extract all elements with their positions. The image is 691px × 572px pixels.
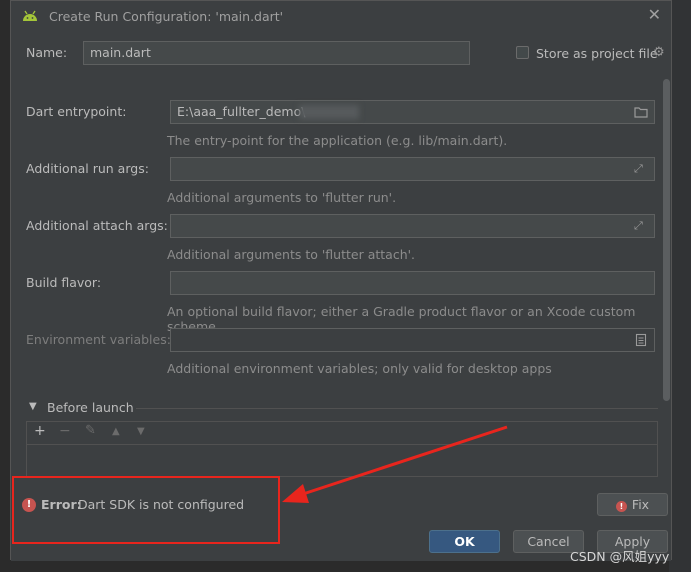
error-icon: ! xyxy=(615,501,627,512)
edit-icon[interactable]: ✎ xyxy=(85,423,96,438)
run-args-label: Additional run args: xyxy=(26,161,149,176)
watermark: CSDN @风姐yyy xyxy=(570,549,670,564)
expand-icon[interactable]: ⤢ xyxy=(634,219,648,233)
before-launch-list[interactable] xyxy=(26,444,658,477)
ok-button[interactable]: OK xyxy=(429,530,500,553)
attach-args-hint: Additional arguments to 'flutter attach'… xyxy=(167,247,416,262)
move-up-icon[interactable]: ▲ xyxy=(112,426,120,437)
attach-args-label: Additional attach args: xyxy=(26,218,168,233)
remove-icon[interactable]: − xyxy=(59,423,71,439)
divider xyxy=(136,408,658,409)
move-down-icon[interactable]: ▼ xyxy=(137,426,145,437)
before-launch-toolbar: + − ✎ ▲ ▼ xyxy=(26,421,658,445)
run-args-input[interactable]: ⤢ xyxy=(170,157,655,181)
attach-args-input[interactable]: ⤢ xyxy=(170,214,655,238)
android-icon xyxy=(23,10,37,21)
dart-entrypoint-label: Dart entrypoint: xyxy=(26,104,127,119)
build-flavor-input[interactable] xyxy=(170,271,655,295)
dart-entrypoint-hint: The entry-point for the application (e.g… xyxy=(167,133,508,148)
store-as-project-checkbox[interactable] xyxy=(516,46,529,59)
background-panel xyxy=(669,0,691,572)
blurred-path xyxy=(299,105,359,119)
dialog-title: Create Run Configuration: 'main.dart' xyxy=(49,9,284,24)
fix-button[interactable]: ! Fix xyxy=(597,493,668,516)
store-as-project-label: Store as project file xyxy=(536,46,658,61)
env-vars-input[interactable] xyxy=(170,328,655,352)
title-bar: Create Run Configuration: 'main.dart' ✕ xyxy=(11,1,671,31)
gear-icon[interactable]: ⚙ xyxy=(653,45,665,60)
before-launch-label[interactable]: Before launch xyxy=(47,400,134,415)
name-label: Name: xyxy=(26,45,68,60)
vertical-scrollbar[interactable] xyxy=(663,79,670,401)
env-vars-label: Environment variables: xyxy=(26,332,171,347)
document-icon[interactable] xyxy=(634,333,648,347)
annotation-highlight-box xyxy=(12,476,280,544)
run-configuration-dialog: Create Run Configuration: 'main.dart' ✕ … xyxy=(10,0,672,561)
dart-entrypoint-value: E:\aaa_fullter_demo\ xyxy=(177,104,306,119)
name-input[interactable]: main.dart xyxy=(83,41,470,65)
env-vars-hint: Additional environment variables; only v… xyxy=(167,361,552,376)
fix-label: Fix xyxy=(631,497,650,512)
expand-icon[interactable]: ⤢ xyxy=(634,162,648,176)
build-flavor-label: Build flavor: xyxy=(26,275,102,290)
dart-entrypoint-input[interactable]: E:\aaa_fullter_demo\ xyxy=(170,100,655,124)
collapse-triangle-icon[interactable]: ▼ xyxy=(29,401,37,412)
close-icon[interactable]: ✕ xyxy=(648,5,661,24)
run-args-hint: Additional arguments to 'flutter run'. xyxy=(167,190,397,205)
add-icon[interactable]: + xyxy=(34,423,46,439)
folder-icon[interactable] xyxy=(634,105,648,119)
